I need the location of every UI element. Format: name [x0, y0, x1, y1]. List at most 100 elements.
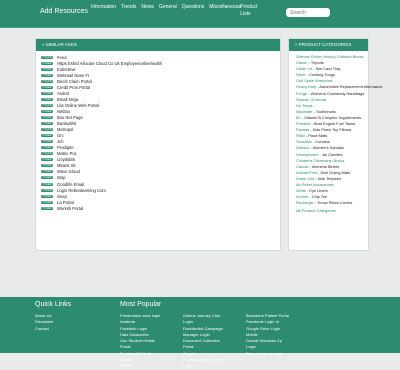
category-sub: - Automotive Replacement Alternators: [316, 84, 383, 90]
header-divider: [0, 27, 400, 28]
ask-link[interactable]: Bmail Ninja: [57, 97, 78, 102]
ask-link[interactable]: Prodigite: [57, 145, 74, 150]
product-categories-panel: » PRODUCT CATEGORIES Science Fiction His…: [288, 38, 383, 251]
footer-link[interactable]: Mybec: [120, 363, 160, 369]
ask-link[interactable]: Box Net Page: [57, 115, 83, 120]
category-link[interactable]: Moderate: [296, 109, 312, 114]
category-link[interactable]: Childrens Citizenship Books: [296, 158, 344, 163]
category-link[interactable]: Honeysuckle: [296, 152, 318, 157]
category-badge: OTHER: [41, 146, 53, 150]
category-link[interactable]: Silver: [296, 72, 306, 77]
ask-link[interactable]: Matrix Poc: [57, 151, 77, 156]
footer-link[interactable]: Contact: [35, 326, 54, 332]
site-logo[interactable]: Add Resources: [40, 8, 88, 15]
category-link[interactable]: Sensitive: [296, 139, 312, 144]
ask-link[interactable]: Login Rebeatearning Com: [57, 188, 106, 193]
nav-information[interactable]: Information: [91, 4, 116, 18]
quick-links-list: About Us Disclaimer Contact: [35, 313, 54, 332]
category-badge: OTHER: [41, 103, 53, 107]
category-sub: - Womens Berets: [308, 163, 340, 169]
category-link[interactable]: Casual: [296, 164, 308, 169]
most-popular-title: Most Popular: [120, 301, 162, 308]
ask-link[interactable]: Jch: [57, 139, 64, 144]
similar-asks-list: OTHER Feed OTHER Https Eshrd Allocate Cloud…: [36, 51, 280, 211]
ask-link[interactable]: Goodlife Email: [57, 182, 84, 187]
most-popular-col-1: Freshnation work login Auatrela Facebluk L…: [120, 313, 160, 370]
list-item[interactable]: OTHER Worksh Portal: [36, 205, 280, 211]
category-link[interactable]: White: [296, 188, 306, 193]
category-badge: OTHER: [41, 164, 53, 168]
category-sub: - Dish Drying Mats: [316, 169, 351, 175]
category-link[interactable]: Under 18: [296, 66, 312, 71]
ask-link[interactable]: Lloydslink: [57, 157, 75, 162]
footer-link[interactable]: Disclaimer: [35, 319, 54, 325]
nav-questions[interactable]: Questions: [182, 4, 205, 18]
category-link[interactable]: Dansko: [296, 145, 309, 150]
category-link[interactable]: Hookah Charcoal: [296, 97, 326, 102]
ask-link[interactable]: Deelz Claim Portal: [57, 79, 92, 84]
similar-asks-title: » SIMILAR ASKS: [36, 39, 280, 51]
category-link[interactable]: Portable: [296, 121, 311, 126]
ask-link[interactable]: Ardent: [57, 91, 69, 96]
category-link[interactable]: Kosher: [296, 194, 308, 199]
ask-link[interactable]: Metropol: [57, 127, 73, 132]
category-link[interactable]: Golf Spike Wrenches: [296, 78, 332, 83]
main-nav: Information Trends News General Question…: [91, 4, 266, 18]
category-badge: OTHER: [41, 140, 53, 144]
ask-link[interactable]: Webmail Nose Fr: [57, 73, 89, 78]
category-link[interactable]: Plaid: [296, 133, 305, 138]
category-badge: OTHER: [41, 97, 53, 101]
ask-link[interactable]: Mbank Sk: [57, 163, 76, 168]
category-badge: OTHER: [41, 176, 53, 180]
ask-link[interactable]: Netbox: [57, 109, 70, 114]
nav-trends[interactable]: Trends: [121, 4, 136, 18]
footer-link[interactable]: Ebam Account Login: [246, 351, 289, 357]
category-badge: OTHER: [41, 85, 53, 89]
ask-link[interactable]: Https Eshrd Allocate Cloud Co Uk Employe…: [57, 61, 162, 66]
footer-link[interactable]: Doubleclick Campaign: [183, 326, 223, 332]
category-link[interactable]: Air Rebel Accessories: [296, 182, 334, 187]
category-sub: - Sim Card Tray: [312, 66, 341, 72]
ask-link[interactable]: Seep: [57, 194, 67, 199]
category-link[interactable]: Canon: [296, 60, 307, 65]
category-link[interactable]: Under 100: [296, 176, 314, 181]
ask-link[interactable]: Credit Pros Portal: [57, 85, 90, 90]
category-badge: OTHER: [41, 206, 53, 210]
nav-miscellaneous[interactable]: Miscellaneous: [209, 4, 241, 18]
search-input[interactable]: [286, 8, 330, 17]
nav-general[interactable]: General: [159, 4, 177, 18]
category-badge: OTHER: [41, 170, 53, 174]
nav-product-lists[interactable]: Product Lists: [240, 4, 266, 18]
footer-link[interactable]: Login: [183, 363, 223, 369]
most-popular-col-2: Globus Journey Club Login Doubleclick Camp…: [183, 313, 223, 370]
category-link[interactable]: Heavy Duty: [296, 84, 316, 89]
category-sub: - Womens Crossbody Handbags: [307, 90, 365, 96]
category-link[interactable]: Animal Print: [296, 170, 317, 175]
category-badge: OTHER: [41, 91, 53, 95]
category-badge: OTHER: [41, 61, 53, 65]
ask-link[interactable]: Grc: [57, 133, 64, 138]
category-sub: - Cooking Tongs: [305, 72, 335, 78]
ask-link[interactable]: Worksh Portal: [57, 206, 83, 211]
ask-link[interactable]: Feed: [57, 55, 67, 60]
category-link[interactable]: Pandas: [296, 127, 309, 132]
ask-link[interactable]: Wop: [57, 175, 66, 180]
ask-link[interactable]: Bankwithit: [57, 121, 76, 126]
nav-news[interactable]: News: [141, 4, 154, 18]
ask-link[interactable]: La Portal: [57, 200, 74, 205]
category-link[interactable]: Ice Tongs: [296, 103, 313, 108]
ask-link[interactable]: Lbs Online Web Portal: [57, 103, 99, 108]
category-link[interactable]: Rectangle: [296, 200, 314, 205]
ask-link[interactable]: Eidnetrive: [57, 67, 76, 72]
category-badge: OTHER: [41, 109, 53, 113]
ask-link[interactable]: Wave Icloud: [57, 169, 80, 174]
category-sub: - Jar Candles: [318, 151, 343, 157]
category-sub: - Place Mats: [304, 133, 328, 139]
product-categories-title: » PRODUCT CATEGORIES: [289, 39, 368, 51]
category-link[interactable]: Fringe: [296, 91, 307, 96]
all-product-categories-link[interactable]: All Product Categories: [289, 208, 368, 213]
list-item[interactable]: Rectangle - Throw Pillow Covers: [289, 200, 368, 206]
category-badge: OTHER: [41, 73, 53, 77]
category-badge: OTHER: [41, 134, 53, 138]
category-link[interactable]: Science Fiction History Criticism Books: [296, 54, 363, 59]
